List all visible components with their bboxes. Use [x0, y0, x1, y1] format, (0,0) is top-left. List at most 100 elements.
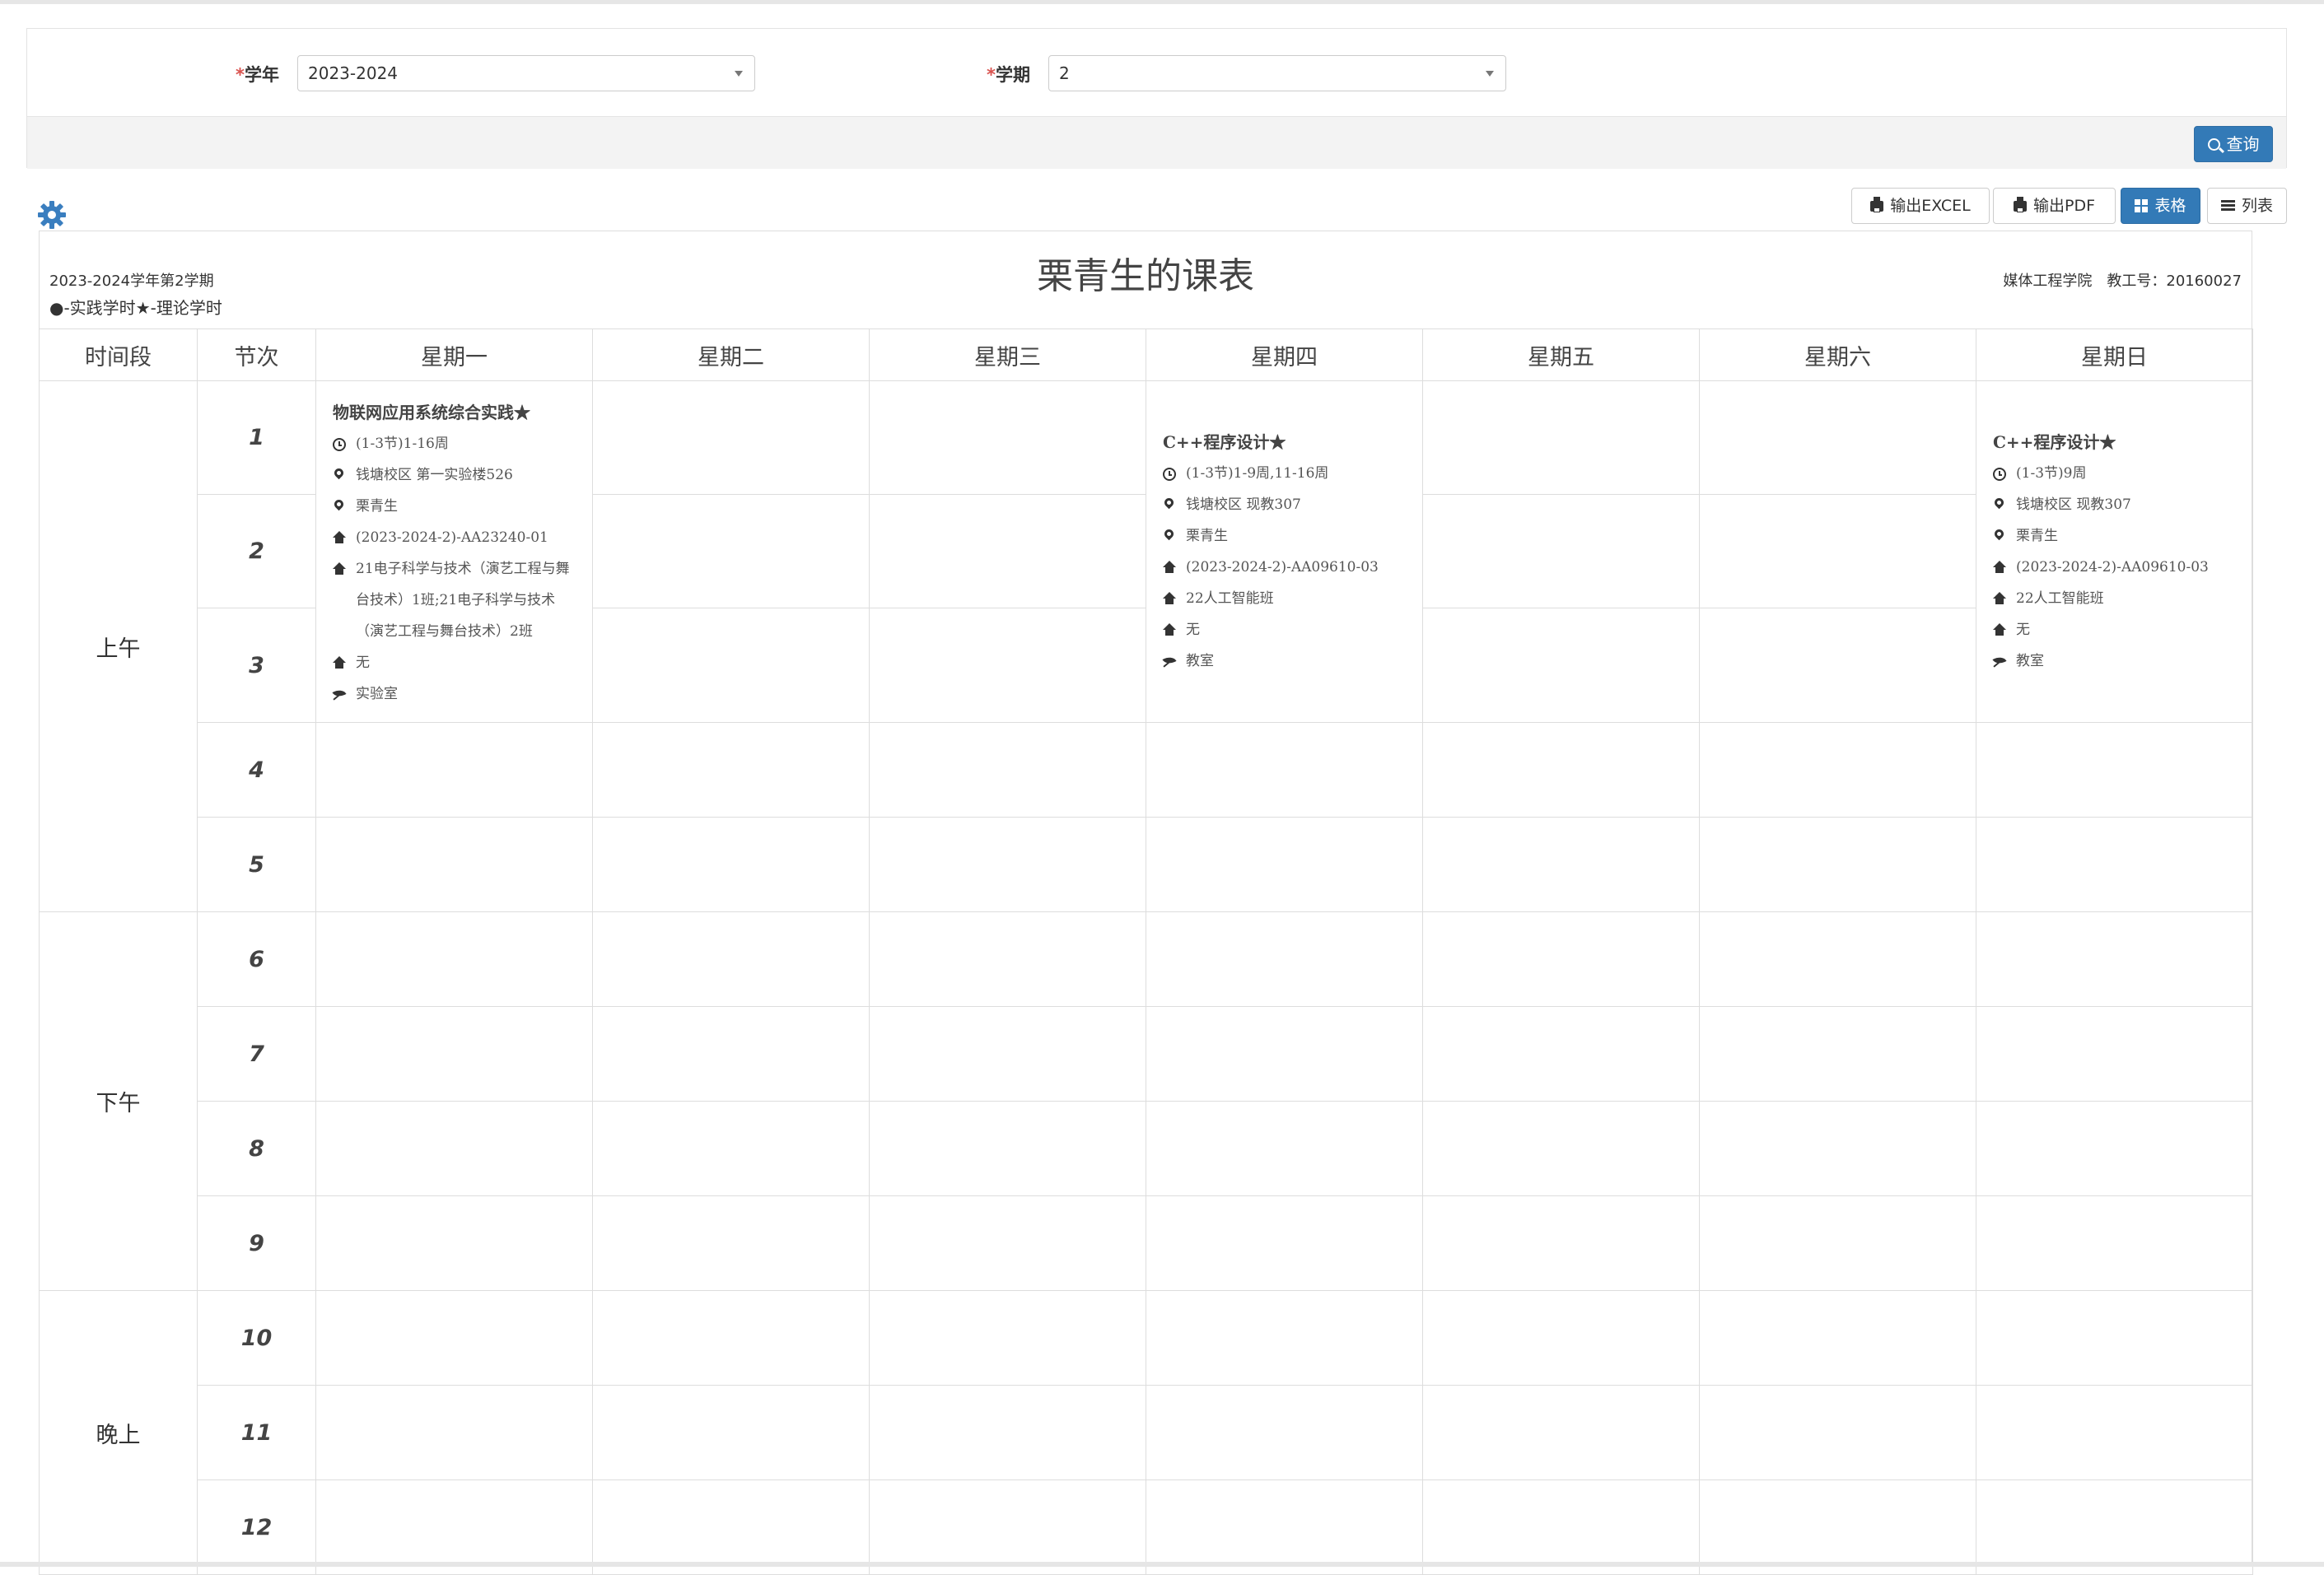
map-marker-icon	[1993, 529, 2006, 543]
section-number: 10	[197, 1290, 316, 1386]
course-cell-thursday[interactable]: C++程序设计★ (1-3节)1-9周,11-16周 钱塘校区 现教307 栗青…	[1146, 380, 1423, 723]
empty-cell	[1146, 1006, 1423, 1102]
table-row: 晚上 10	[39, 1290, 2253, 1575]
course-card: C++程序设计★ (1-3节)9周 钱塘校区 现教307 栗青生 (2023-2…	[1976, 381, 2252, 677]
section-number: 6	[197, 911, 316, 1007]
course-extra: 无	[1186, 622, 1200, 638]
list-view-button[interactable]: 列表	[2207, 188, 2287, 224]
export-excel-button[interactable]: 输出EXCEL	[1851, 188, 1990, 224]
section-number: 8	[197, 1101, 316, 1196]
course-classes: 22人工智能班	[2016, 590, 2104, 607]
empty-cell	[869, 722, 1146, 818]
course-teacher: 栗青生	[2016, 528, 2058, 544]
printer-icon	[1870, 197, 1884, 212]
grid-icon	[2135, 199, 2149, 212]
weekday-header-row: 时间段 节次 星期一 星期二 星期三 星期四 星期五 星期六 星期日	[39, 329, 2253, 381]
table-row: 12	[40, 1479, 2253, 1575]
course-card: C++程序设计★ (1-3节)1-9周,11-16周 钱塘校区 现教307 栗青…	[1146, 381, 1422, 677]
empty-cell	[1422, 1290, 1700, 1386]
course-name: C++程序设计★	[1993, 432, 2116, 452]
empty-cell	[1699, 722, 1976, 818]
empty-cell	[1422, 1101, 1700, 1196]
course-time: (1-3节)1-9周,11-16周	[1186, 465, 1329, 482]
table-row: 11	[40, 1385, 2253, 1480]
empty-cell	[869, 817, 1146, 912]
term-select[interactable]: 2	[1048, 55, 1506, 91]
empty-cell	[1422, 722, 1700, 818]
header-saturday: 星期六	[1699, 329, 1976, 381]
required-mark: *	[987, 65, 996, 85]
course-card: 物联网应用系统综合实践★ (1-3节)1-16周 钱塘校区 第一实验楼526 栗…	[316, 381, 592, 710]
clock-icon	[1163, 468, 1176, 481]
section-number: 5	[197, 817, 316, 912]
course-cell-monday[interactable]: 物联网应用系统综合实践★ (1-3节)1-16周 钱塘校区 第一实验楼526 栗…	[315, 380, 593, 723]
empty-cell	[1699, 380, 1976, 495]
empty-cell	[1699, 1385, 1976, 1480]
home-icon	[1163, 592, 1176, 605]
empty-cell	[1976, 911, 2253, 1007]
college-label: 媒体工程学院	[2003, 273, 2093, 290]
header-thursday: 星期四	[1146, 329, 1423, 381]
course-room-type: 实验室	[356, 686, 398, 702]
course-class-code: (2023-2024-2)-AA09610-03	[2016, 559, 2209, 575]
section-number: 9	[197, 1195, 316, 1291]
empty-cell	[869, 380, 1146, 495]
export-pdf-button[interactable]: 输出PDF	[1993, 188, 2116, 224]
empty-cell	[592, 911, 870, 1007]
course-class-code: (2023-2024-2)-AA09610-03	[1186, 559, 1379, 575]
empty-cell	[1146, 911, 1423, 1007]
table-row: 7	[40, 1006, 2253, 1102]
empty-cell	[1699, 1479, 1976, 1575]
empty-cell	[315, 1101, 593, 1196]
map-marker-icon	[333, 468, 346, 482]
home-icon	[1993, 561, 2006, 574]
course-extra: 无	[2016, 622, 2030, 638]
empty-cell	[1146, 722, 1423, 818]
section-number: 1	[197, 380, 316, 495]
empty-cell	[869, 1101, 1146, 1196]
course-location: 钱塘校区 现教307	[1186, 496, 1301, 513]
section-number: 4	[197, 722, 316, 818]
query-button[interactable]: 查询	[2194, 126, 2273, 162]
leaf-icon	[1993, 655, 2006, 668]
leaf-icon	[333, 687, 346, 701]
required-mark: *	[236, 65, 245, 85]
empty-cell	[1146, 1385, 1423, 1480]
filter-panel: *学年 2023-2024 *学期 2 查询	[26, 28, 2287, 169]
empty-cell	[315, 1195, 593, 1291]
home-icon	[333, 562, 346, 575]
empty-cell	[1422, 1006, 1700, 1102]
teacher-info: 媒体工程学院 教工号：20160027	[2003, 269, 2242, 291]
empty-cell	[315, 817, 593, 912]
course-teacher: 栗青生	[1186, 528, 1228, 544]
course-cell-sunday[interactable]: C++程序设计★ (1-3节)9周 钱塘校区 现教307 栗青生 (2023-2…	[1976, 380, 2253, 723]
course-name: 物联网应用系统综合实践★	[333, 403, 530, 422]
empty-cell	[1699, 494, 1976, 608]
year-select-value: 2023-2024	[308, 63, 399, 83]
empty-cell	[1976, 817, 2253, 912]
gear-icon[interactable]	[37, 200, 67, 230]
empty-cell	[1976, 1479, 2253, 1575]
printer-icon	[2013, 197, 2027, 212]
empty-cell	[1146, 817, 1423, 912]
section-number: 2	[197, 494, 316, 608]
course-extra: 无	[356, 655, 370, 671]
year-label: *学年	[236, 65, 279, 85]
empty-cell	[869, 1195, 1146, 1291]
empty-cell	[1422, 1195, 1700, 1291]
section-number: 12	[197, 1479, 316, 1575]
empty-cell	[592, 722, 870, 818]
empty-cell	[1146, 1101, 1423, 1196]
course-classes: 22人工智能班	[1186, 590, 1274, 607]
map-marker-icon	[333, 500, 346, 513]
map-marker-icon	[1993, 498, 2006, 511]
empty-cell	[1146, 1290, 1423, 1386]
section-number: 3	[197, 608, 316, 723]
empty-cell	[1699, 817, 1976, 912]
year-select[interactable]: 2023-2024	[297, 55, 755, 91]
empty-cell	[1699, 1290, 1976, 1386]
period-afternoon: 下午	[39, 911, 198, 1291]
grid-view-button[interactable]: 表格	[2121, 188, 2200, 224]
empty-cell	[592, 1195, 870, 1291]
term-select-value: 2	[1059, 63, 1070, 83]
